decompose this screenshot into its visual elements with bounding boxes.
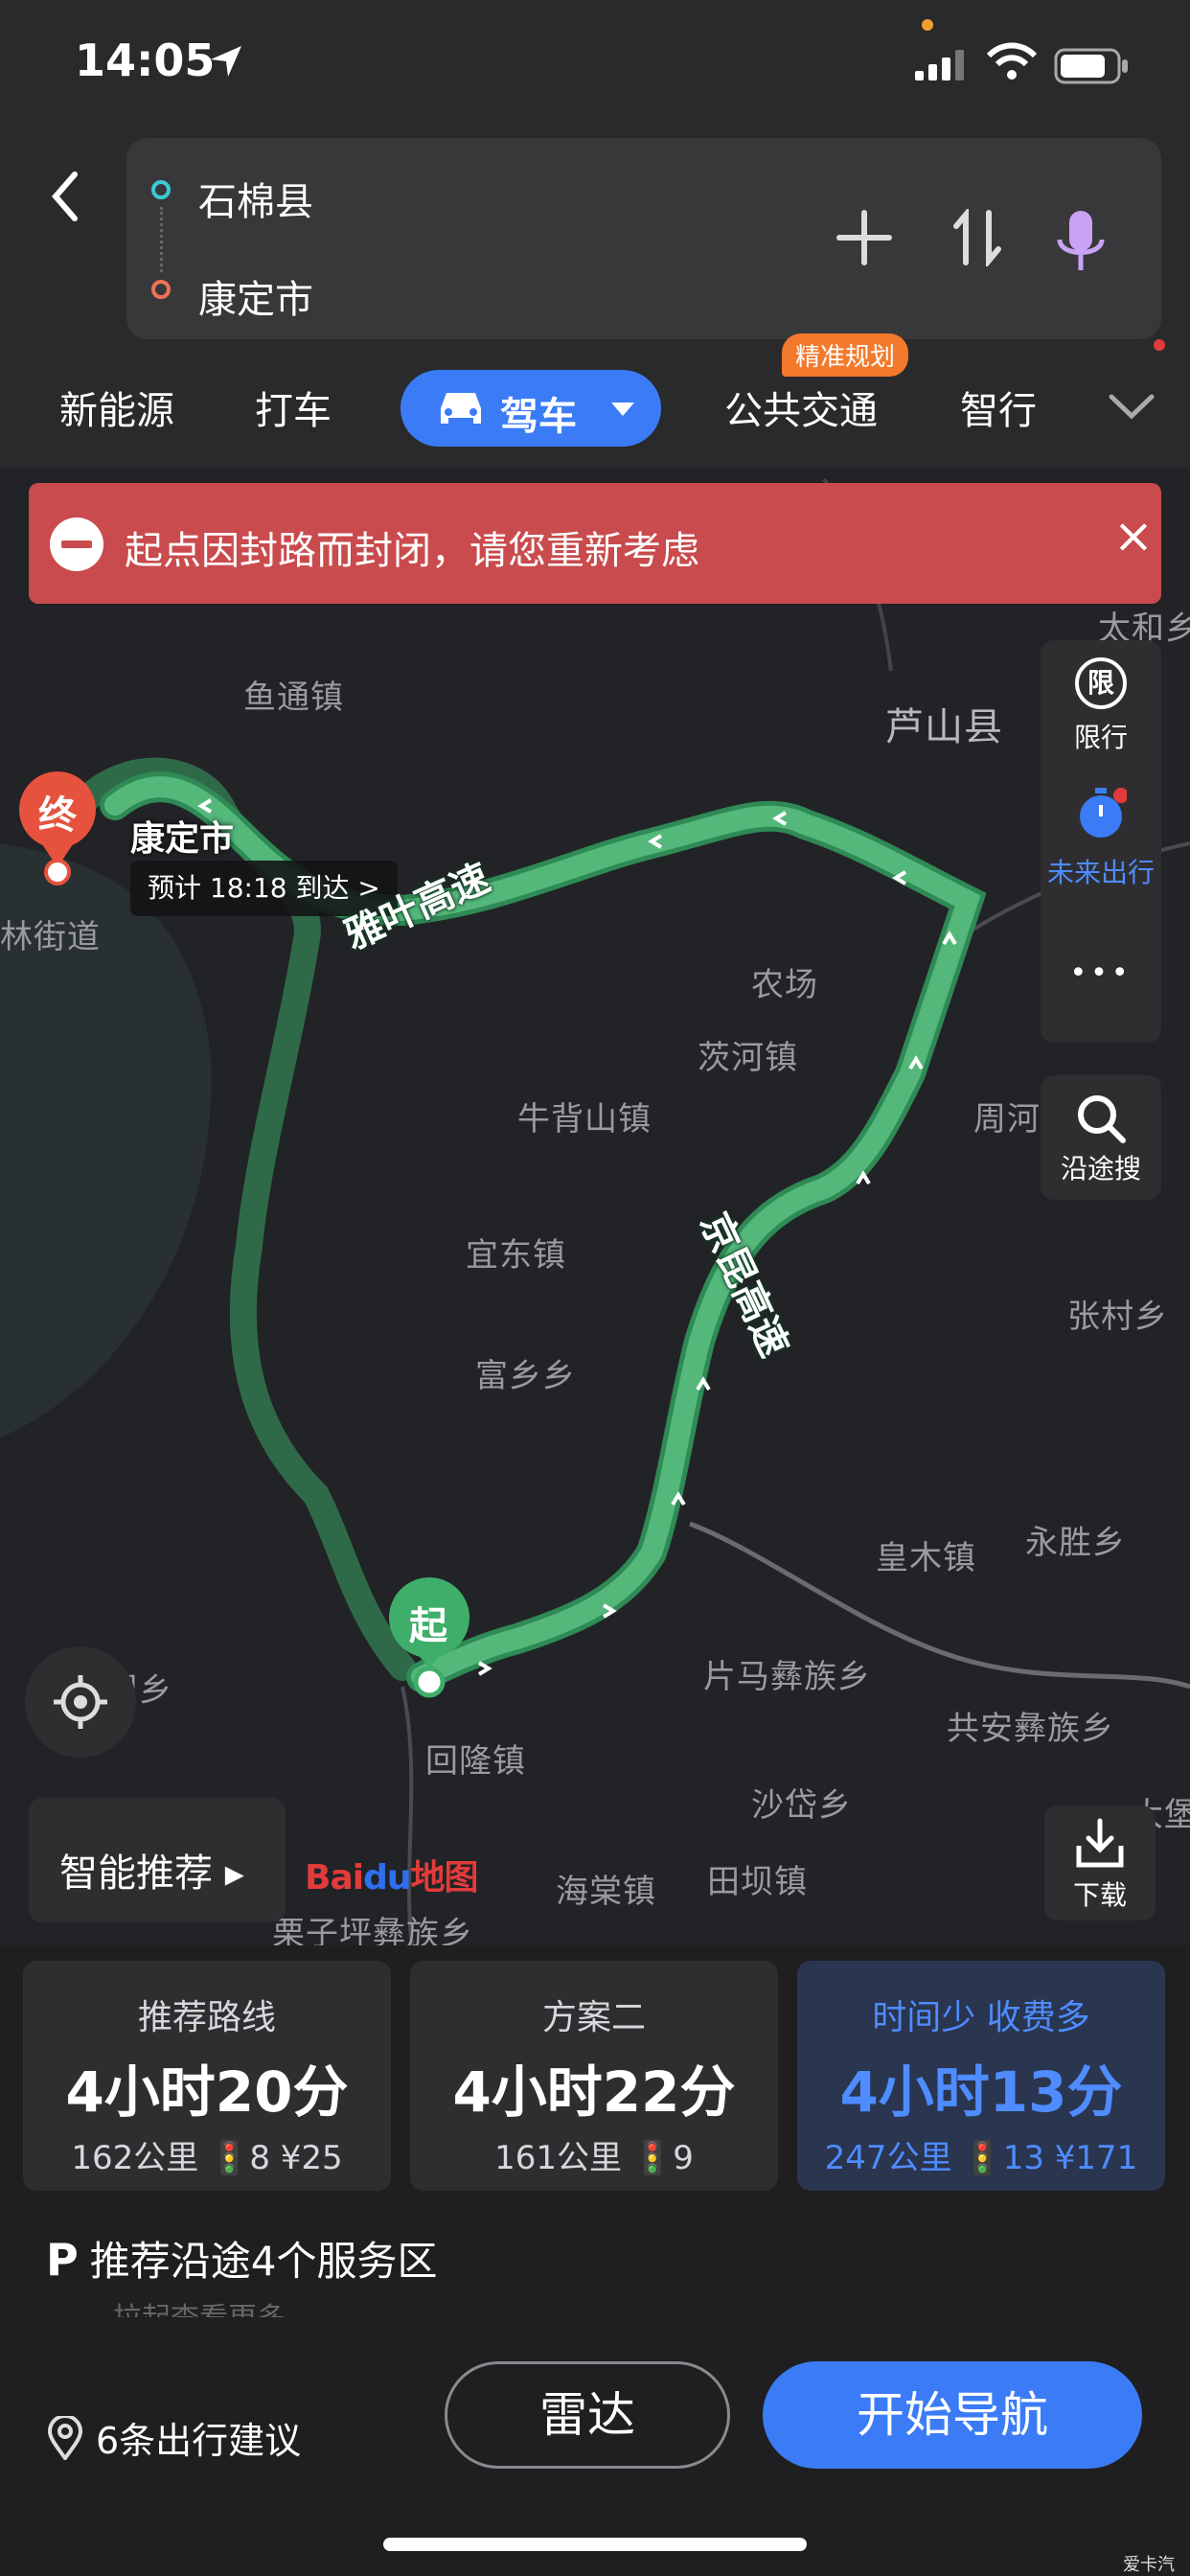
start-marker: 起 [409,1604,447,1648]
place-label: 鱼通镇 [243,678,344,717]
restriction-icon: 限 [1075,657,1127,709]
route-meta: 162公里 🚦8 ¥25 [71,2139,343,2177]
status-bar: 14:05 [0,0,1190,134]
tab-drive[interactable]: 驾车 [400,370,661,447]
notification-dot [1154,339,1165,351]
route-sheet: 推荐路线 4小时20分 162公里 🚦8 ¥25 方案二 4小时22分 161公… [0,1945,1190,2576]
route-duration: 4小时22分 [452,2059,736,2125]
alert-text: 起点因封路而封闭，请您重新考虑 [125,529,699,573]
add-waypoint-icon[interactable] [835,209,893,266]
parking-icon: P [46,2234,79,2286]
watermark: 爱卡汽车 [1123,2555,1175,2575]
route-title: 方案二 [541,1998,646,2037]
place-label: 沙岱乡 [751,1786,852,1825]
place-label: 芦山县 [885,705,1003,749]
location-arrow-icon [211,46,241,77]
mic-indicator-dot [922,19,933,31]
place-label: 周河 [973,1100,1041,1138]
radar-button[interactable]: 雷达 [445,2361,730,2469]
tab-drive-label: 驾车 [500,395,577,439]
travel-suggestions[interactable]: 6条出行建议 [47,2411,302,2464]
destination-city-label: 康定市 [130,819,235,859]
travel-mode-tabs: 新能源 打车 驾车 精准规划 公共交通 智行 [0,334,1190,456]
end-marker: 终 [38,794,77,838]
destination-field[interactable]: 康定市 [198,268,313,324]
place-label: 永胜乡 [1025,1524,1126,1562]
route-option-card[interactable]: 方案二 4小时22分 161公里 🚦9 [410,1961,778,2191]
service-area-text: 推荐沿途4个服务区 [89,2238,438,2285]
battery-icon [1054,48,1128,84]
tab-taxi[interactable]: 打车 [255,380,332,435]
route-option-card[interactable]: 推荐路线 4小时20分 162公里 🚦8 ¥25 [23,1961,391,2191]
route-input-box: 石棉县 康定市 [126,138,1161,339]
more-button[interactable]: ••• [1041,956,1161,990]
place-label: 农场 [751,966,818,1004]
close-icon[interactable]: × [1113,512,1154,560]
origin-dot-icon [151,180,171,199]
download-button[interactable]: 下载 [1044,1806,1156,1920]
smart-recommend-button[interactable]: 智能推荐 ▸ [29,1798,286,1922]
download-label: 下载 [1072,1879,1127,1911]
tab-new-energy[interactable]: 新能源 [59,380,174,435]
service-area-row[interactable]: P 推荐沿途4个服务区 [46,2229,437,2288]
origin-field[interactable]: 石棉县 [198,171,313,226]
place-label: 林街道 [0,918,101,956]
cellular-signal-icon [915,50,964,80]
start-navigation-button[interactable]: 开始导航 [763,2361,1142,2469]
crosshair-icon [54,1675,107,1729]
traffic-limit-label: 限行 [1073,722,1128,753]
tab-public-transit[interactable]: 公共交通 [724,380,878,435]
service-area-subtext: 拉起查看更多 [113,2294,286,2317]
route-duration: 4小时13分 [839,2059,1123,2125]
route-title: 推荐路线 [137,1998,276,2037]
route-title: 时间少 收费多 [872,1998,1090,2037]
place-label: 海棠镇 [556,1873,656,1911]
future-travel-label: 未来出行 [1046,857,1155,888]
place-label: 茨河镇 [698,1039,798,1077]
location-pin-icon [47,2413,83,2461]
car-icon [441,393,481,424]
swap-icon[interactable] [950,209,1004,266]
microphone-icon[interactable] [1054,209,1108,276]
precise-plan-badge: 精准规划 [782,334,909,377]
search-icon [1078,1095,1126,1143]
smart-recommend-label: 智能推荐 ▸ [59,1852,244,1896]
route-meta: 161公里 🚦9 [494,2139,694,2177]
no-entry-icon [50,518,103,571]
place-label: 张村乡 [1067,1298,1168,1336]
destination-dot-icon [151,280,171,299]
chevron-down-icon[interactable] [1108,389,1156,424]
road-closure-alert: 起点因封路而封闭，请您重新考虑 × [29,483,1161,604]
place-label: 宜东镇 [466,1236,566,1275]
place-label: 富乡乡 [475,1357,576,1395]
suggestions-label: 6条出行建议 [96,2420,302,2462]
route-duration: 4小时20分 [65,2059,349,2125]
stop-connector [160,207,163,272]
route-meta: 247公里 🚦13 ¥171 [824,2139,1138,2177]
place-label: 片马彝族乡 [703,1658,871,1696]
clock: 14:05 [75,34,216,86]
search-along-label: 沿途搜 [1060,1153,1141,1184]
place-label: 田坝镇 [707,1863,808,1901]
place-label: 回隆镇 [425,1742,526,1781]
future-travel-button[interactable]: 未来出行 [1041,786,1161,890]
place-label: 牛背山镇 [517,1100,652,1138]
baidu-map-logo: Baidu地图 [305,1858,479,1898]
traffic-limit-button[interactable]: 限 限行 [1041,657,1161,755]
search-along-button[interactable]: 沿途搜 [1041,1075,1161,1200]
route-header: 石棉县 康定市 新能源 打车 驾车 精准规划 公共交通 智行 [0,134,1190,468]
back-icon[interactable] [38,163,96,230]
dropdown-caret-icon [611,402,634,416]
wifi-icon [987,42,1037,80]
route-option-card-selected[interactable]: 时间少 收费多 4小时13分 247公里 🚦13 ¥171 [797,1961,1165,2191]
place-label: 共安彝族乡 [947,1710,1114,1748]
tab-smart-travel[interactable]: 智行 [960,380,1037,435]
home-indicator[interactable] [383,2538,807,2551]
locate-button[interactable] [25,1646,136,1758]
download-icon [1076,1818,1124,1868]
stopwatch-icon [1080,788,1129,838]
place-label: 皇木镇 [876,1539,976,1577]
map-side-tools: 限 限行 未来出行 ••• [1041,640,1161,1043]
